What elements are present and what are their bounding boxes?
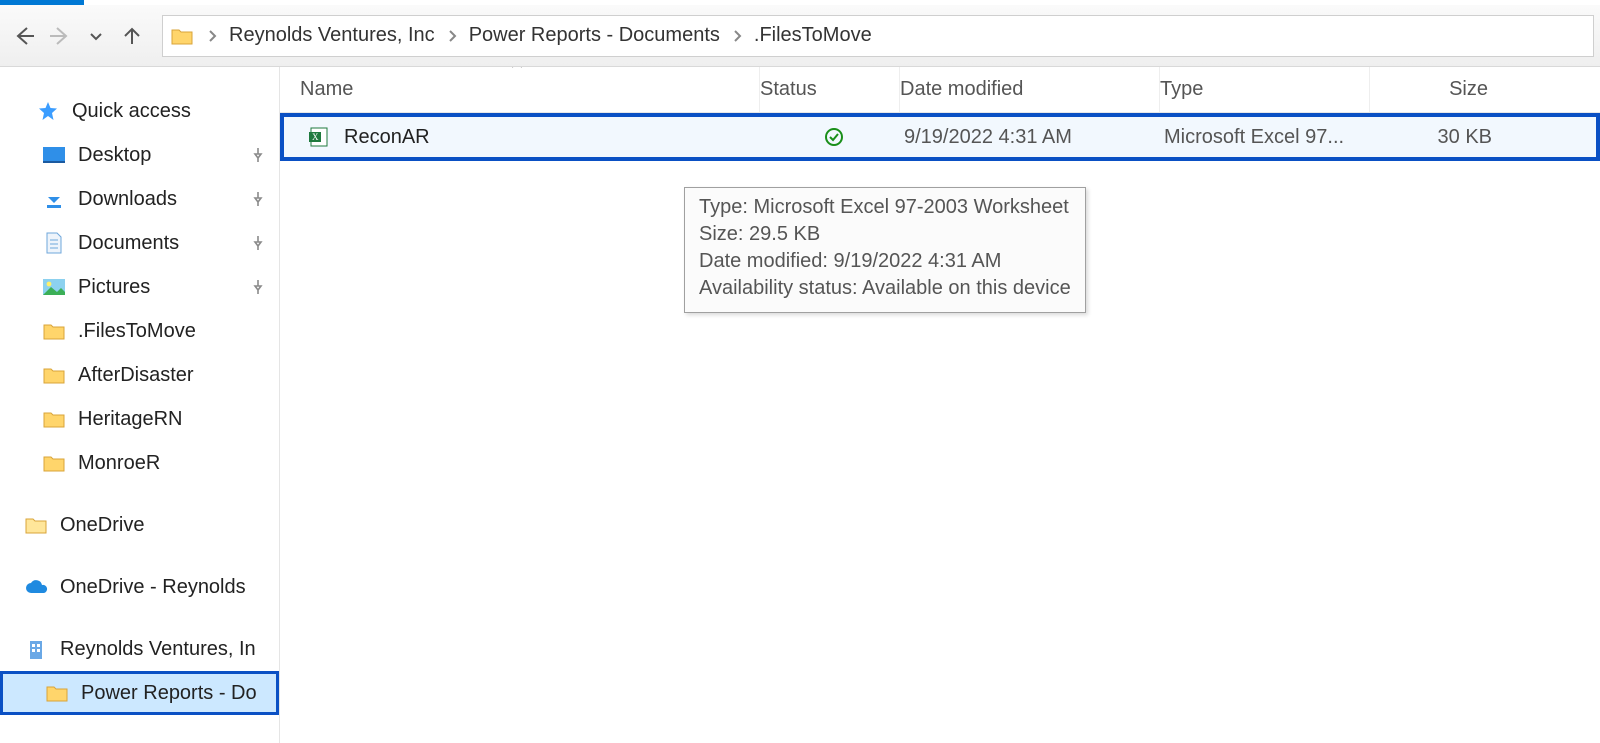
sidebar-item-monroer[interactable]: MonroeR bbox=[0, 441, 279, 485]
file-list-pane: Name Status Date modified Type Size bbox=[280, 67, 1600, 743]
column-header-status[interactable]: Status bbox=[760, 67, 900, 112]
sidebar-item-onedrive-reynolds[interactable]: OneDrive - Reynolds bbox=[0, 565, 279, 609]
chevron-right-icon bbox=[207, 29, 217, 43]
pin-icon bbox=[251, 191, 265, 207]
file-row-reconar[interactable]: X ReconAR 9/19/2022 4:31 AM Microsoft Ex… bbox=[280, 113, 1600, 161]
breadcrumb-seg-2[interactable]: Power Reports - Documents bbox=[465, 24, 724, 47]
download-arrow-icon bbox=[40, 189, 68, 209]
sidebar-item-pictures[interactable]: Pictures bbox=[0, 265, 279, 309]
sidebar-item-power-reports[interactable]: Power Reports - Do bbox=[0, 671, 279, 715]
column-label: Name bbox=[300, 78, 353, 101]
column-label: Size bbox=[1449, 78, 1488, 100]
sidebar-item-afterdisaster[interactable]: AfterDisaster bbox=[0, 353, 279, 397]
navigation-pane: Quick access Desktop Downloads bbox=[0, 67, 280, 743]
sidebar-item-documents[interactable]: Documents bbox=[0, 221, 279, 265]
column-header-date[interactable]: Date modified bbox=[900, 67, 1160, 112]
sidebar-item-label: Pictures bbox=[78, 276, 150, 299]
folder-icon bbox=[171, 27, 193, 45]
sidebar-item-reynolds-ventures[interactable]: Reynolds Ventures, In bbox=[0, 627, 279, 671]
column-headers: Name Status Date modified Type Size bbox=[280, 67, 1600, 113]
tooltip-line: Size: 29.5 KB bbox=[699, 221, 1071, 248]
file-tooltip: Type: Microsoft Excel 97-2003 Worksheet … bbox=[684, 187, 1086, 313]
column-header-type[interactable]: Type bbox=[1160, 67, 1370, 112]
column-header-name[interactable]: Name bbox=[300, 67, 760, 112]
sidebar-item-desktop[interactable]: Desktop bbox=[0, 133, 279, 177]
column-label: Date modified bbox=[900, 78, 1023, 101]
pictures-icon bbox=[40, 279, 68, 295]
column-label: Type bbox=[1160, 78, 1203, 101]
folder-icon bbox=[40, 454, 68, 472]
nav-back-button[interactable] bbox=[6, 18, 42, 54]
file-size: 30 KB bbox=[1374, 126, 1514, 149]
nav-recent-dropdown[interactable] bbox=[78, 18, 114, 54]
star-icon bbox=[34, 101, 62, 121]
document-icon bbox=[40, 232, 68, 254]
svg-text:X: X bbox=[312, 132, 319, 142]
sidebar-item-label: Documents bbox=[78, 232, 179, 255]
folder-icon bbox=[40, 366, 68, 384]
pin-icon bbox=[251, 147, 265, 163]
file-type: Microsoft Excel 97... bbox=[1164, 126, 1374, 149]
sidebar-item-label: Downloads bbox=[78, 188, 177, 211]
sidebar-item-downloads[interactable]: Downloads bbox=[0, 177, 279, 221]
sidebar-item-label: AfterDisaster bbox=[78, 364, 194, 387]
address-bar: Reynolds Ventures, Inc Power Reports - D… bbox=[0, 5, 1600, 67]
sidebar-item-onedrive[interactable]: OneDrive bbox=[0, 503, 279, 547]
folder-icon bbox=[43, 684, 71, 702]
nav-forward-button[interactable] bbox=[42, 18, 78, 54]
sidebar-item-quick-access[interactable]: Quick access bbox=[0, 89, 279, 133]
cloud-icon bbox=[22, 579, 50, 595]
sidebar-item-label: OneDrive - Reynolds bbox=[60, 576, 246, 599]
pin-icon bbox=[251, 235, 265, 251]
sidebar-item-label: MonroeR bbox=[78, 452, 160, 475]
excel-file-icon: X bbox=[304, 126, 334, 148]
breadcrumb[interactable]: Reynolds Ventures, Inc Power Reports - D… bbox=[162, 15, 1594, 57]
status-available-icon bbox=[764, 127, 904, 147]
chevron-right-icon bbox=[447, 29, 457, 43]
sidebar-item-label: Reynolds Ventures, In bbox=[60, 638, 256, 661]
pin-icon bbox=[251, 279, 265, 295]
breadcrumb-seg-3[interactable]: .FilesToMove bbox=[750, 24, 876, 47]
breadcrumb-seg-1[interactable]: Reynolds Ventures, Inc bbox=[225, 24, 439, 47]
tooltip-line: Type: Microsoft Excel 97-2003 Worksheet bbox=[699, 194, 1071, 221]
sidebar-item-label: OneDrive bbox=[60, 514, 144, 537]
desktop-icon bbox=[40, 147, 68, 163]
building-icon bbox=[22, 639, 50, 659]
file-name: ReconAR bbox=[344, 126, 764, 149]
sidebar-item-label: Desktop bbox=[78, 144, 151, 167]
tooltip-line: Date modified: 9/19/2022 4:31 AM bbox=[699, 248, 1071, 275]
sidebar-item-filestomove[interactable]: .FilesToMove bbox=[0, 309, 279, 353]
folder-icon bbox=[22, 516, 50, 534]
nav-up-button[interactable] bbox=[114, 18, 150, 54]
sort-ascending-icon bbox=[510, 67, 524, 69]
column-header-size[interactable]: Size bbox=[1370, 78, 1510, 101]
sidebar-item-label: HeritageRN bbox=[78, 408, 182, 431]
sidebar-item-label: Power Reports - Do bbox=[81, 682, 257, 705]
tooltip-line: Availability status: Available on this d… bbox=[699, 275, 1071, 302]
chevron-right-icon bbox=[732, 29, 742, 43]
sidebar-item-label: Quick access bbox=[72, 100, 191, 123]
sidebar-item-label: .FilesToMove bbox=[78, 320, 196, 343]
column-label: Status bbox=[760, 78, 817, 101]
folder-icon bbox=[40, 322, 68, 340]
folder-icon bbox=[40, 410, 68, 428]
sidebar-item-heritagern[interactable]: HeritageRN bbox=[0, 397, 279, 441]
file-date: 9/19/2022 4:31 AM bbox=[904, 126, 1164, 149]
